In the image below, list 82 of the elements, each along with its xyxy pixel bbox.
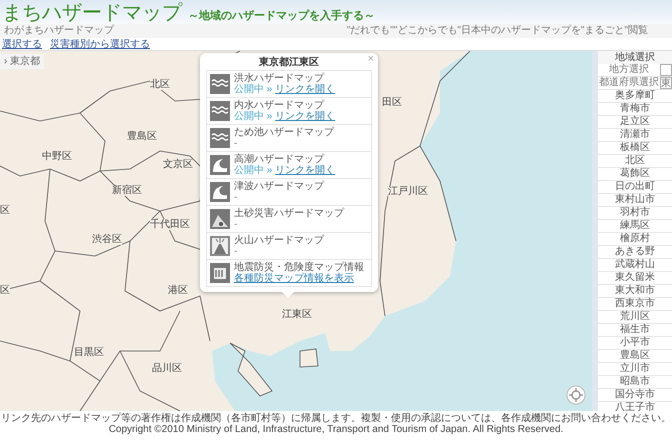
district-label: 品川区 — [152, 363, 182, 374]
popup-title: 東京都江東区 — [258, 56, 320, 70]
wave-icon — [210, 128, 230, 148]
city-item[interactable]: 国分寺市 — [598, 389, 672, 402]
city-item[interactable]: 武蔵村山 — [598, 259, 672, 272]
city-item[interactable]: 立川市 — [598, 363, 672, 376]
map-name: 津波ハザードマップ — [234, 181, 324, 192]
panel-title: 地域選択 — [598, 51, 672, 64]
open-link[interactable]: リンクを開く — [275, 111, 336, 122]
city-item[interactable]: 檜原村 — [598, 233, 672, 246]
wave-icon — [210, 155, 230, 175]
district-label: 区 — [0, 205, 10, 216]
district-label: 田区 — [382, 97, 402, 108]
status-text: 公開中 » — [234, 165, 272, 176]
district-label: 江戸川区 — [388, 186, 428, 197]
district-label: 新宿区 — [112, 185, 142, 196]
open-link[interactable]: 各種防災マップ情報を表示 — [234, 273, 354, 284]
select-field[interactable] — [660, 64, 672, 76]
city-item[interactable]: 羽村市 — [598, 207, 672, 220]
building-icon — [210, 263, 230, 283]
map-name: 火山ハザードマップ — [234, 235, 324, 246]
open-link[interactable]: リンクを開く — [275, 165, 336, 176]
select-field[interactable]: 東 — [660, 77, 672, 89]
city-item[interactable]: 北区 — [598, 155, 672, 168]
status-text: - — [234, 138, 238, 149]
city-item[interactable]: 板橋区 — [598, 142, 672, 155]
wave-icon — [210, 101, 230, 121]
district-label: 港区 — [168, 285, 188, 296]
district-label: 江東区 — [282, 309, 312, 320]
wave-icon — [210, 74, 230, 94]
status-text: - — [234, 192, 238, 203]
map-name: 洪水ハザードマップ — [234, 73, 326, 84]
city-item[interactable]: あきる野 — [598, 246, 672, 259]
field-label: 地方選択 — [608, 64, 650, 76]
nav-link[interactable]: 災害種別から選択する — [50, 38, 150, 50]
city-item[interactable]: 練馬区 — [598, 220, 672, 233]
map-name: ため池ハザードマップ — [234, 127, 334, 138]
field-label: 都道府県選択 — [598, 77, 660, 89]
district-label: 中野区 — [42, 151, 72, 162]
city-item[interactable]: 西東京市 — [598, 298, 672, 311]
district-label: 目黒区 — [74, 347, 104, 358]
city-item[interactable]: 清瀬市 — [598, 129, 672, 142]
nav-link[interactable]: 選択する — [2, 38, 42, 50]
map-name: 土砂災害ハザードマップ — [234, 208, 344, 219]
status-text: - — [234, 219, 238, 230]
breadcrumb[interactable]: わがまちハザードマップ — [4, 24, 114, 38]
city-item[interactable]: 葛飾区 — [598, 168, 672, 181]
map-name: 高潮ハザードマップ — [234, 154, 326, 165]
volcano-icon — [210, 236, 230, 256]
city-item[interactable]: 奥多摩町 — [598, 90, 672, 103]
status-text: 公開中 » — [234, 84, 272, 95]
open-link[interactable]: リンクを開く — [275, 84, 336, 95]
status-text: - — [234, 246, 238, 257]
location-icon[interactable] — [566, 385, 586, 405]
city-item[interactable]: 東村山市 — [598, 194, 672, 207]
copyright-notice: リンク先のハザードマップ等の著作権は作成機関（各市町村等）に帰属します。複製・使用の承認については、各作成機関にお問い合わせください。 — [0, 413, 672, 424]
city-item[interactable]: 福生市 — [598, 324, 672, 337]
district-label: 文京区 — [163, 159, 193, 170]
city-item[interactable]: 豊島区 — [598, 350, 672, 363]
city-item[interactable]: 日の出町 — [598, 181, 672, 194]
landslide-icon — [210, 209, 230, 229]
status-text: 公開中 » — [234, 111, 272, 122]
city-item[interactable]: 足立区 — [598, 116, 672, 129]
tagline: "だれでも""どこからでも"日本中のハザードマップを"まるごと"閲覧 — [346, 24, 648, 38]
district-label: 区 — [0, 285, 10, 296]
district-label: 豊島区 — [127, 131, 157, 142]
city-item[interactable]: 東大和市 — [598, 285, 672, 298]
city-item[interactable]: 東久留米 — [598, 272, 672, 285]
map-breadcrumb[interactable]: › 東京都 — [0, 54, 44, 69]
district-label: 渋谷区 — [92, 234, 122, 245]
site-title: まちハザードマップ — [2, 2, 182, 24]
city-item[interactable]: 青梅市 — [598, 103, 672, 116]
copyright-line: Copyright ©2010 Ministry of Land, Infrastructure, Transport and Tourism of Japan. All Rights Reserved. — [108, 424, 564, 435]
district-label: 千代田区 — [150, 219, 190, 230]
wave-icon — [210, 182, 230, 202]
city-item[interactable]: 小平市 — [598, 337, 672, 350]
city-item[interactable]: 昭島市 — [598, 376, 672, 389]
map-name: 内水ハザードマップ — [234, 100, 326, 111]
city-item[interactable]: 荒川区 — [598, 311, 672, 324]
site-subtitle: ～地域のハザードマップを入手する～ — [188, 8, 375, 24]
map-name: 地震防災・危険度マップ情報 — [234, 262, 364, 273]
district-label: 北区 — [150, 79, 170, 90]
